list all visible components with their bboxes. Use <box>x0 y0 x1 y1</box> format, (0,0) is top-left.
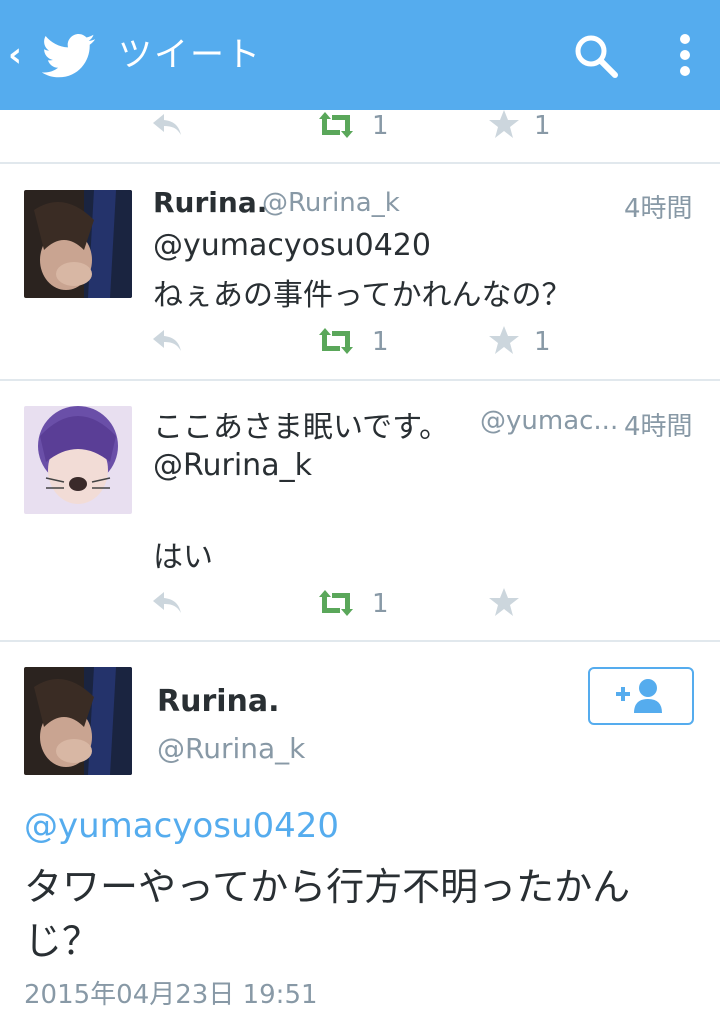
tweet-author-handle: @yumac... <box>480 406 619 436</box>
retweet-icon[interactable] <box>316 588 356 622</box>
avatar[interactable] <box>24 406 132 514</box>
focused-author-handle: @Rurina_k <box>157 732 306 765</box>
page-title: ツイート <box>118 35 262 75</box>
tweet-author-name: Rurina. <box>153 186 268 219</box>
favorite-count: 1 <box>534 111 551 141</box>
search-icon[interactable] <box>574 34 618 82</box>
favorite-icon[interactable] <box>488 586 520 622</box>
retweet-icon[interactable] <box>316 110 356 144</box>
divider <box>0 162 720 164</box>
favorite-icon[interactable] <box>488 108 520 144</box>
divider <box>0 379 720 381</box>
favorite-icon[interactable] <box>488 324 520 360</box>
avatar[interactable] <box>24 190 132 298</box>
follow-icon <box>614 677 670 719</box>
app-bar: ‹ ツイート <box>0 0 720 110</box>
tweet-mention[interactable]: @Rurina_k <box>153 448 312 483</box>
divider <box>0 640 720 642</box>
tweet-author-handle: @Rurina_k <box>262 188 400 218</box>
tweet-text: ねぇあの事件ってかれんなの？ <box>153 278 572 313</box>
retweet-count: 1 <box>372 111 389 141</box>
tweet-timestamp: 4時間 <box>624 412 693 442</box>
focused-text-line-1: タワーやってから行方不明ったかん <box>24 865 631 909</box>
tweet-timestamp: 4時間 <box>624 194 693 224</box>
focused-text-line-2: じ？ <box>24 919 101 963</box>
follow-button[interactable] <box>588 667 694 725</box>
tweet-actions: 1 1 <box>0 322 720 362</box>
twitter-bird-icon <box>41 34 96 82</box>
retweet-count: 1 <box>372 589 389 619</box>
more-icon[interactable] <box>676 30 694 86</box>
tweet-actions: 1 1 <box>0 106 720 146</box>
retweet-count: 1 <box>372 327 389 357</box>
avatar[interactable] <box>24 667 132 775</box>
back-icon[interactable]: ‹ <box>8 30 22 80</box>
tweet-author-name: ここあさま眠いです。 <box>153 410 450 445</box>
favorite-count: 1 <box>534 327 551 357</box>
reply-icon[interactable] <box>150 326 184 360</box>
tweet-text: はい <box>153 540 213 575</box>
reply-icon[interactable] <box>150 588 184 622</box>
tweet-actions: 1 <box>0 584 720 624</box>
tweet-mention[interactable]: @yumacyosu0420 <box>153 228 431 263</box>
retweet-icon[interactable] <box>316 326 356 360</box>
reply-icon[interactable] <box>150 110 184 144</box>
focused-mention[interactable]: @yumacyosu0420 <box>24 806 339 846</box>
focused-author-name: Rurina. <box>157 684 280 719</box>
tweet-date: 2015年04月23日 19:51 <box>24 980 318 1010</box>
